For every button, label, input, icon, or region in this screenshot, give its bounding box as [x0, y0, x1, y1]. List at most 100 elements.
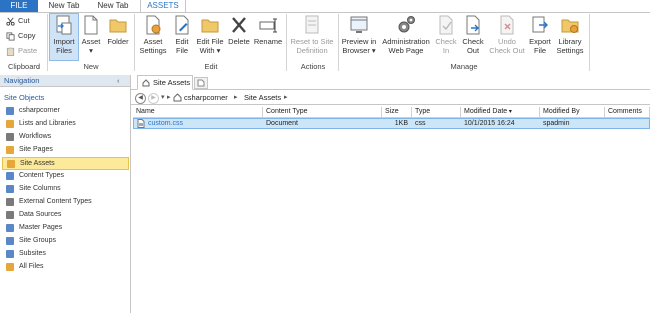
cell-size: 1KB — [394, 120, 408, 127]
export-file-label-2: File — [533, 46, 547, 55]
sidebar-item-master-pages[interactable]: Master Pages — [2, 222, 129, 234]
dialog-launcher-icon[interactable]: ⌟ — [36, 62, 39, 70]
paste-label: Paste — [18, 46, 38, 55]
asset-label-1: Asset — [81, 37, 101, 46]
tab-site-assets[interactable]: Site Assets — [137, 75, 193, 90]
sidebar-item-all-files[interactable]: All Files — [2, 261, 129, 273]
sidebar-item-lists-and-libraries[interactable]: Lists and Libraries — [2, 118, 129, 130]
export-file-icon — [532, 16, 548, 33]
breadcrumb-separator: ▸ — [234, 94, 238, 101]
list-icon — [6, 120, 14, 128]
asset-button[interactable]: Asset ▾ — [80, 14, 102, 55]
reset-to-site-definition-button[interactable]: Reset to Site Definition — [289, 14, 335, 55]
edit-file-with-label-1: Edit File — [196, 37, 224, 46]
import-files-label-1: Import — [53, 37, 75, 46]
administration-web-page-button[interactable]: Administration Web Page — [379, 14, 433, 55]
sidebar-item-label: Master Pages — [19, 224, 63, 231]
folder-open-icon — [201, 19, 219, 33]
column-header-label: Content Type — [266, 108, 308, 115]
header-divider — [133, 117, 650, 118]
column-header-name[interactable]: Name — [133, 107, 263, 117]
reset-icon — [305, 15, 319, 34]
delete-label: Delete — [228, 37, 250, 46]
sidebar-item-content-types[interactable]: Content Types — [2, 170, 129, 182]
breadcrumb-library[interactable]: Site Assets — [244, 93, 281, 102]
document-icon — [84, 15, 98, 35]
breadcrumb-site[interactable]: csharpcorner — [184, 93, 228, 102]
column-header-type[interactable]: Type — [412, 107, 461, 117]
tab-new-tab-1[interactable]: New Tab — [42, 0, 86, 12]
column-header-content-type[interactable]: Content Type — [263, 107, 382, 117]
ribbon-separator — [134, 14, 135, 71]
sidebar-item-label: Site Pages — [19, 146, 53, 153]
sidebar-item-data-sources[interactable]: Data Sources — [2, 209, 129, 221]
library-settings-button[interactable]: Library Settings — [554, 14, 586, 55]
sidebar-item-external-content-types[interactable]: External Content Types — [2, 196, 129, 208]
column-header-label: Modified By — [543, 108, 580, 115]
sidebar-item-csharpcorner[interactable]: csharpcorner — [2, 105, 129, 117]
sidebar-item-site-groups[interactable]: Site Groups — [2, 235, 129, 247]
asset-settings-button[interactable]: Asset Settings — [137, 14, 169, 55]
site-columns-icon — [6, 185, 14, 193]
preview-in-browser-button[interactable]: Preview in Browser ▾ — [341, 14, 377, 55]
breadcrumb-separator: ▸ — [167, 94, 171, 101]
column-header-modified-by[interactable]: Modified By — [540, 107, 605, 117]
sidebar-item-label: All Files — [19, 263, 44, 270]
home-icon — [142, 79, 150, 87]
back-button[interactable]: ◀ — [135, 93, 146, 104]
forward-button[interactable]: ▶ — [148, 93, 159, 104]
cell-content-type: Document — [266, 120, 298, 127]
check-out-button[interactable]: Check Out — [461, 14, 485, 55]
check-in-button[interactable]: Check In — [435, 14, 457, 55]
sidebar-item-label: Lists and Libraries — [19, 120, 76, 127]
delete-button[interactable]: Delete — [227, 14, 251, 46]
column-header-comments[interactable]: Comments — [605, 107, 650, 117]
column-header-modified-date[interactable]: Modified Date ▾ — [461, 107, 540, 117]
copy-button[interactable]: Copy — [6, 31, 36, 41]
navigation-divider — [130, 75, 131, 313]
collapse-navigation-icon[interactable]: ‹ — [117, 76, 120, 85]
edit-group-label: Edit — [204, 62, 218, 71]
sidebar-item-label: csharpcorner — [19, 107, 60, 114]
sidebar-item-label: Data Sources — [19, 211, 62, 218]
edit-file-label-2: File — [175, 46, 189, 55]
tab-file[interactable]: FILE — [0, 0, 38, 12]
reset-label-1: Reset to Site — [290, 37, 334, 46]
cut-button[interactable]: Cut — [6, 16, 30, 26]
sidebar-item-label: Content Types — [19, 172, 65, 179]
reset-label-2: Definition — [296, 46, 328, 55]
check-in-label-1: Check — [435, 37, 457, 46]
undo-check-out-button[interactable]: Undo Check Out — [487, 14, 527, 55]
sidebar-item-site-columns[interactable]: Site Columns — [2, 183, 129, 195]
manage-group-label: Manage — [450, 62, 478, 71]
folder-button[interactable]: Folder — [105, 14, 131, 46]
asset-label-2: ▾ — [89, 46, 93, 55]
check-in-label-2: In — [442, 46, 450, 55]
new-tab-button[interactable] — [194, 77, 208, 89]
tab-new-tab-2[interactable]: New Tab — [90, 0, 136, 12]
export-file-button[interactable]: Export File — [528, 14, 552, 55]
edit-file-with-button[interactable]: Edit File With ▾ — [195, 14, 225, 55]
breadcrumb-separator: ▸ — [284, 94, 288, 101]
sidebar-item-workflows[interactable]: Workflows — [2, 131, 129, 143]
administration-label-2: Web Page — [388, 46, 424, 55]
history-dropdown-icon[interactable]: ▾ — [161, 93, 165, 101]
folder-label: Folder — [107, 37, 129, 46]
import-files-label-2: Files — [56, 46, 72, 55]
import-files-button[interactable]: Import Files — [49, 13, 79, 61]
rename-button[interactable]: Rename — [253, 14, 283, 46]
undo-check-out-label-2: Check Out — [489, 46, 525, 55]
external-content-types-icon — [6, 198, 14, 206]
column-header-size[interactable]: Size — [382, 107, 412, 117]
undo-check-out-label-1: Undo — [498, 37, 516, 46]
paste-button[interactable]: Paste — [6, 46, 37, 56]
asset-settings-icon — [146, 15, 161, 35]
copy-label: Copy — [18, 31, 36, 40]
content-types-icon — [6, 172, 14, 180]
edit-file-button[interactable]: Edit File — [172, 14, 192, 55]
sidebar-item-site-pages[interactable]: Site Pages — [2, 144, 129, 156]
site-objects-heading: Site Objects — [4, 93, 45, 102]
sidebar-item-subsites[interactable]: Subsites — [2, 248, 129, 260]
sidebar-item-site-assets[interactable]: Site Assets — [2, 157, 129, 170]
column-header-label: Modified Date — [464, 108, 508, 115]
